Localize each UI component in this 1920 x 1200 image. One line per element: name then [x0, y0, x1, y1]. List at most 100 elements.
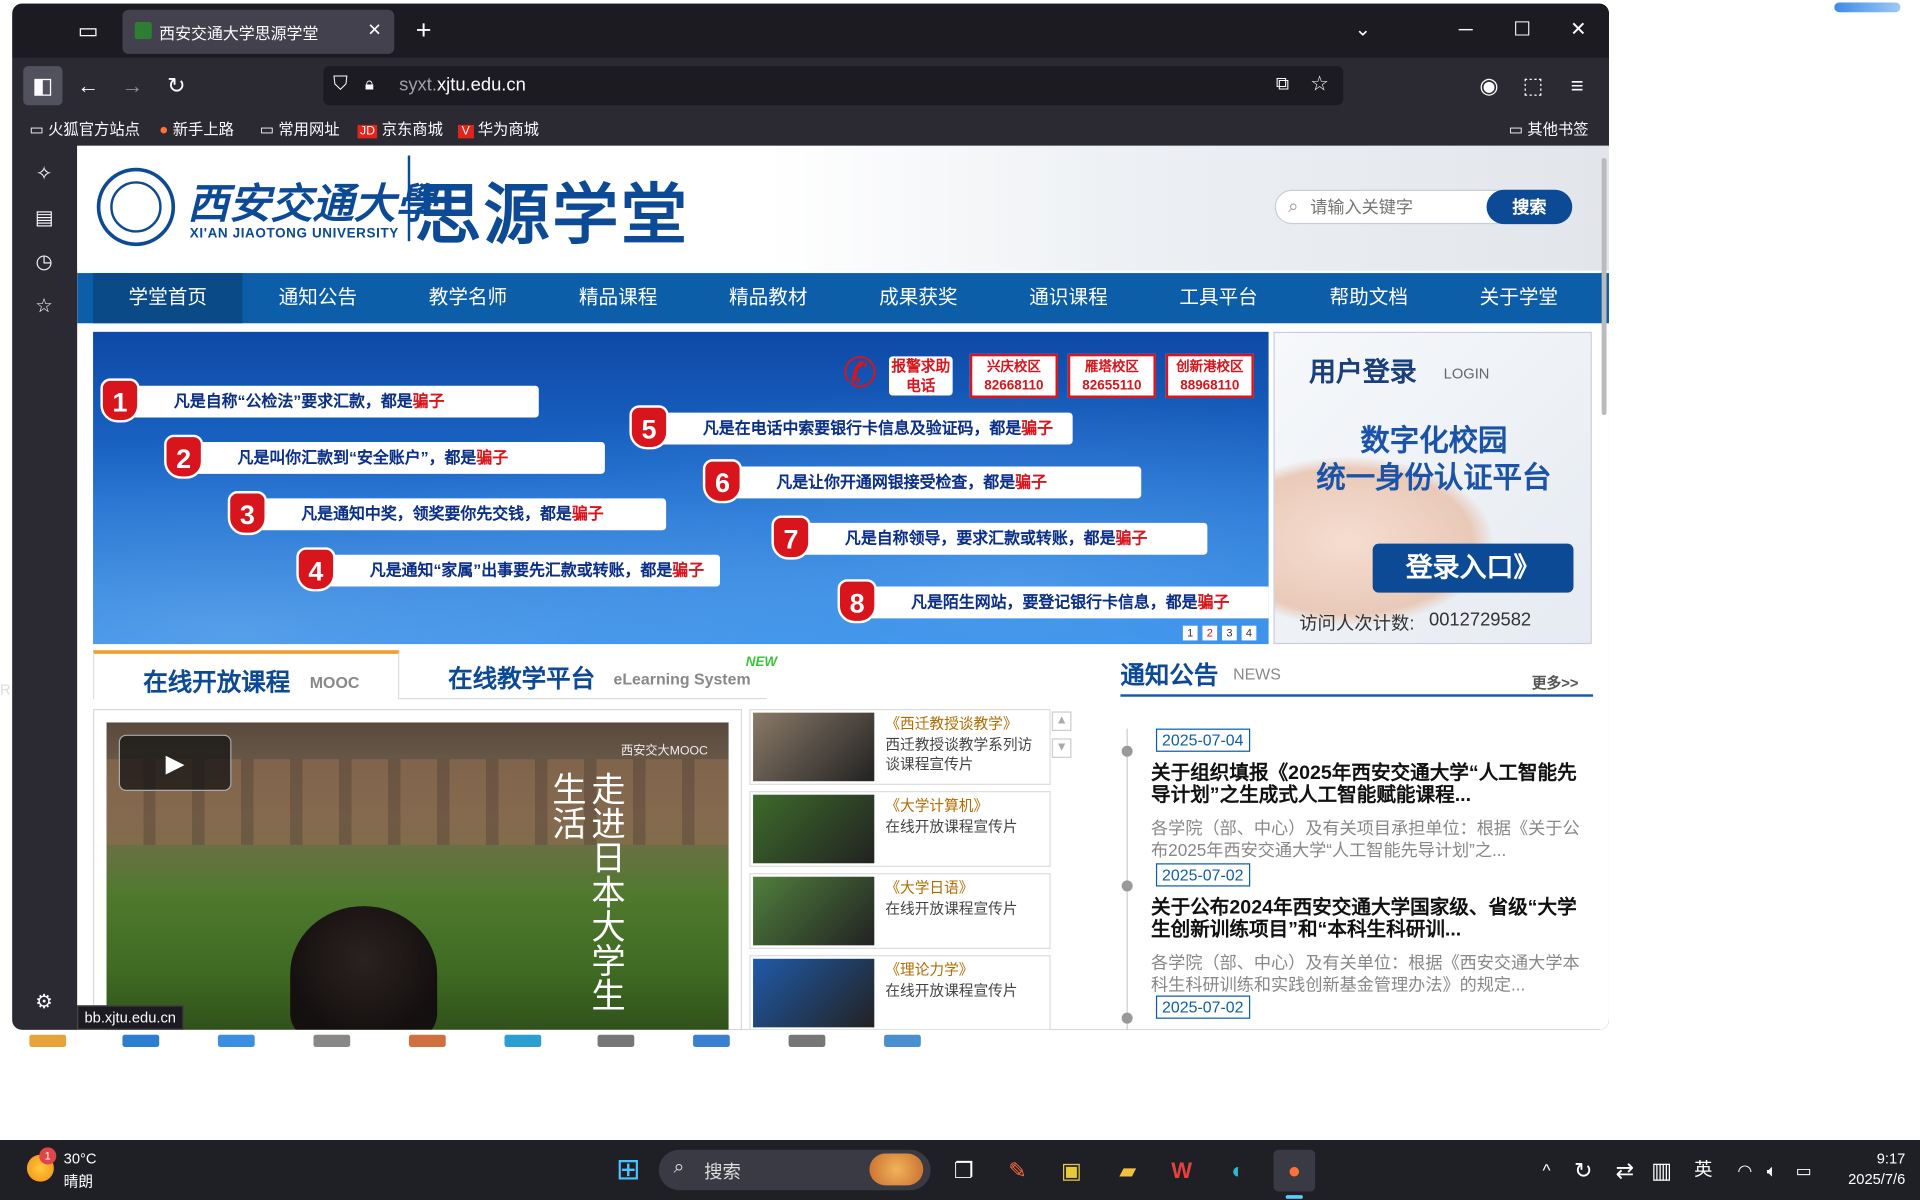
- desktop-icon[interactable]: VMware Workstati...: [0, 1034, 96, 1089]
- notice-date: 2025-07-02: [1155, 863, 1250, 887]
- back-button[interactable]: ←: [69, 66, 108, 105]
- start-windows-icon[interactable]: ⊞: [607, 1150, 649, 1192]
- extensions-icon[interactable]: ⬚: [1513, 66, 1552, 105]
- sync-icon[interactable]: ↻: [1562, 1150, 1604, 1192]
- taskbar-search[interactable]: ⌕ 搜索: [658, 1149, 931, 1191]
- desktop-icon[interactable]: 亿图图示: [664, 1034, 760, 1069]
- play-button[interactable]: ▶: [118, 734, 232, 792]
- login-line2: 统一身份认证平台: [1316, 461, 1552, 495]
- shield-icon[interactable]: ⛉: [333, 73, 348, 95]
- bookmark-item[interactable]: V 华为商城: [457, 119, 539, 141]
- tab-elearning[interactable]: 在线教学平台 eLearning System NEW: [399, 650, 777, 700]
- desktop-icon[interactable]: 2025_MC...: [284, 1034, 380, 1069]
- desktop-widget-bar[interactable]: [1834, 2, 1901, 13]
- account-icon[interactable]: ◉: [1469, 66, 1508, 105]
- tray-chevron-icon[interactable]: ^: [1526, 1150, 1568, 1192]
- anti-fraud-banner[interactable]: ✆ 报警求助电话 兴庆校区 82668110 雁塔校区 82655110 创新港校区 88…: [93, 331, 1269, 645]
- desktop-icon[interactable]: GigeCame...: [855, 1034, 951, 1069]
- course-card[interactable]: 《理论力学》 在线开放课程宣传片: [749, 955, 1051, 1030]
- input-method-indicator[interactable]: 英: [1682, 1150, 1724, 1192]
- course-title[interactable]: 《西迁教授谈教学》: [885, 713, 1017, 734]
- other-bookmarks[interactable]: ▭ 其他书签: [1509, 119, 1589, 141]
- desktop-icon[interactable]: 910B7AB3...: [93, 1034, 189, 1069]
- file-explorer-icon[interactable]: ▰: [1107, 1150, 1149, 1192]
- banner-page-dot[interactable]: 1: [1182, 625, 1198, 641]
- menu-icon[interactable]: ≡: [1558, 66, 1597, 105]
- tray-app-icon[interactable]: ⇄: [1604, 1150, 1646, 1192]
- video-player[interactable]: ▶ 西安交大MOOC 走进日本大学生生活: [93, 708, 743, 1030]
- clock-date[interactable]: 2025/7/6: [1812, 1171, 1905, 1188]
- menu-item[interactable]: 通识课程: [994, 273, 1143, 323]
- more-link[interactable]: 更多>>: [1532, 672, 1579, 693]
- app-icon[interactable]: ▣: [1051, 1150, 1093, 1192]
- desktop-icon-label: 2025_MC...: [292, 1050, 372, 1068]
- bookmark-item[interactable]: JD 京东商城: [357, 119, 443, 141]
- maximize-button[interactable]: ☐: [1494, 4, 1550, 58]
- wps-icon[interactable]: W: [1161, 1150, 1203, 1192]
- bookmark-item[interactable]: ▭ 火狐官方站点: [29, 119, 140, 141]
- desktop-icon[interactable]: Origin 2025: [380, 1034, 476, 1069]
- new-tab-button[interactable]: +: [404, 11, 443, 50]
- tray-app-icon[interactable]: ▥: [1641, 1150, 1683, 1192]
- ai-chat-icon[interactable]: ✧: [29, 160, 58, 189]
- synced-tabs-icon[interactable]: ▤: [29, 204, 58, 233]
- menu-item[interactable]: 精品课程: [543, 273, 692, 323]
- banner-page-dot[interactable]: 2: [1202, 625, 1218, 641]
- menu-item[interactable]: 教学名师: [393, 273, 542, 323]
- login-entry-button[interactable]: 登录入口》: [1372, 543, 1574, 593]
- tab-mooc[interactable]: 在线开放课程 MOOC: [93, 650, 400, 700]
- course-title[interactable]: 《理论力学》: [885, 959, 973, 980]
- reader-mode-icon[interactable]: ⧉: [1276, 73, 1289, 94]
- bookmark-star-icon[interactable]: ☆: [1310, 72, 1329, 96]
- desktop-icon[interactable]: 会议信息2.txt: [759, 1034, 855, 1069]
- firefox-icon[interactable]: ●: [1273, 1149, 1316, 1192]
- course-card[interactable]: 《西迁教授谈教学》 西迁教授谈教学系列访谈课程宣传片: [749, 708, 1051, 785]
- bookmark-item[interactable]: ● 新手上路: [159, 119, 234, 141]
- bookmark-item[interactable]: ▭ 常用网址: [260, 119, 340, 141]
- app-icon[interactable]: ✎: [997, 1150, 1039, 1192]
- weather-desc[interactable]: 晴朗: [64, 1171, 93, 1192]
- menu-item[interactable]: 通知公告: [243, 273, 392, 323]
- reload-button[interactable]: ↻: [157, 66, 196, 105]
- notice-title[interactable]: 关于公布2024年西安交通大学国家级、省级“大学生创新训练项目”和“本科生科研训…: [1151, 898, 1589, 942]
- forward-button[interactable]: →: [113, 66, 152, 105]
- settings-gear-icon[interactable]: ⚙: [29, 988, 58, 1017]
- notice-title[interactable]: 关于组织填报《2025年西安交通大学“人工智能先导计划”之生成式人工智能赋能课程…: [1151, 763, 1589, 807]
- desktop-icon[interactable]: 百度网盘同步空间: [475, 1034, 571, 1089]
- tab-list-chevron-icon[interactable]: ⌄: [1335, 4, 1391, 58]
- edge-icon[interactable]: ◐: [1217, 1150, 1259, 1192]
- menu-item[interactable]: 成果获奖: [844, 273, 993, 323]
- menu-item[interactable]: 关于学堂: [1444, 273, 1593, 323]
- clock-time[interactable]: 9:17: [1832, 1150, 1906, 1167]
- banner-page-dot[interactable]: 3: [1222, 625, 1237, 641]
- course-title[interactable]: 《大学日语》: [885, 877, 973, 898]
- tab-groups-icon[interactable]: ▭: [69, 11, 108, 50]
- lock-icon[interactable]: 🔒︎: [365, 73, 374, 94]
- course-title[interactable]: 《大学计算机》: [885, 795, 988, 816]
- menu-item[interactable]: 工具平台: [1144, 273, 1293, 323]
- weather-temp[interactable]: 30°C: [64, 1150, 97, 1167]
- desktop-icon[interactable]: 任务表.txt: [568, 1034, 664, 1069]
- scroll-down-icon[interactable]: ▼: [1051, 738, 1072, 758]
- tab-close-icon[interactable]: ✕: [367, 20, 381, 41]
- minimize-button[interactable]: ─: [1438, 4, 1494, 58]
- search-input[interactable]: [1310, 195, 1482, 218]
- page-scrollbar[interactable]: [1601, 157, 1607, 416]
- sidebar-toggle-icon[interactable]: ◧: [23, 66, 63, 106]
- close-window-button[interactable]: ✕: [1550, 4, 1606, 58]
- menu-item[interactable]: 帮助文档: [1294, 273, 1443, 323]
- url-bar[interactable]: ⛉ 🔒︎ syxt.xjtu.edu.cn ⧉ ☆: [323, 66, 1344, 106]
- bookmarks-icon[interactable]: ☆: [29, 293, 58, 322]
- course-card[interactable]: 《大学日语》 在线开放课程宣传片: [749, 873, 1051, 949]
- banner-page-dot[interactable]: 4: [1241, 625, 1257, 641]
- desktop-icon[interactable]: 迅捷PDF转换器: [189, 1034, 285, 1089]
- search-button[interactable]: 搜索: [1486, 189, 1573, 225]
- menu-item[interactable]: 精品教材: [694, 273, 843, 323]
- menu-item[interactable]: 学堂首页: [93, 273, 243, 324]
- tab-active[interactable]: 西安交通大学思源学堂 ✕: [122, 9, 395, 54]
- scroll-up-icon[interactable]: ▲: [1051, 711, 1072, 732]
- history-icon[interactable]: ◷: [29, 249, 58, 278]
- banner-item-tail: 骗子: [1015, 472, 1047, 492]
- task-view-icon[interactable]: ❐: [943, 1150, 985, 1192]
- course-card[interactable]: 《大学计算机》 在线开放课程宣传片: [749, 791, 1051, 867]
